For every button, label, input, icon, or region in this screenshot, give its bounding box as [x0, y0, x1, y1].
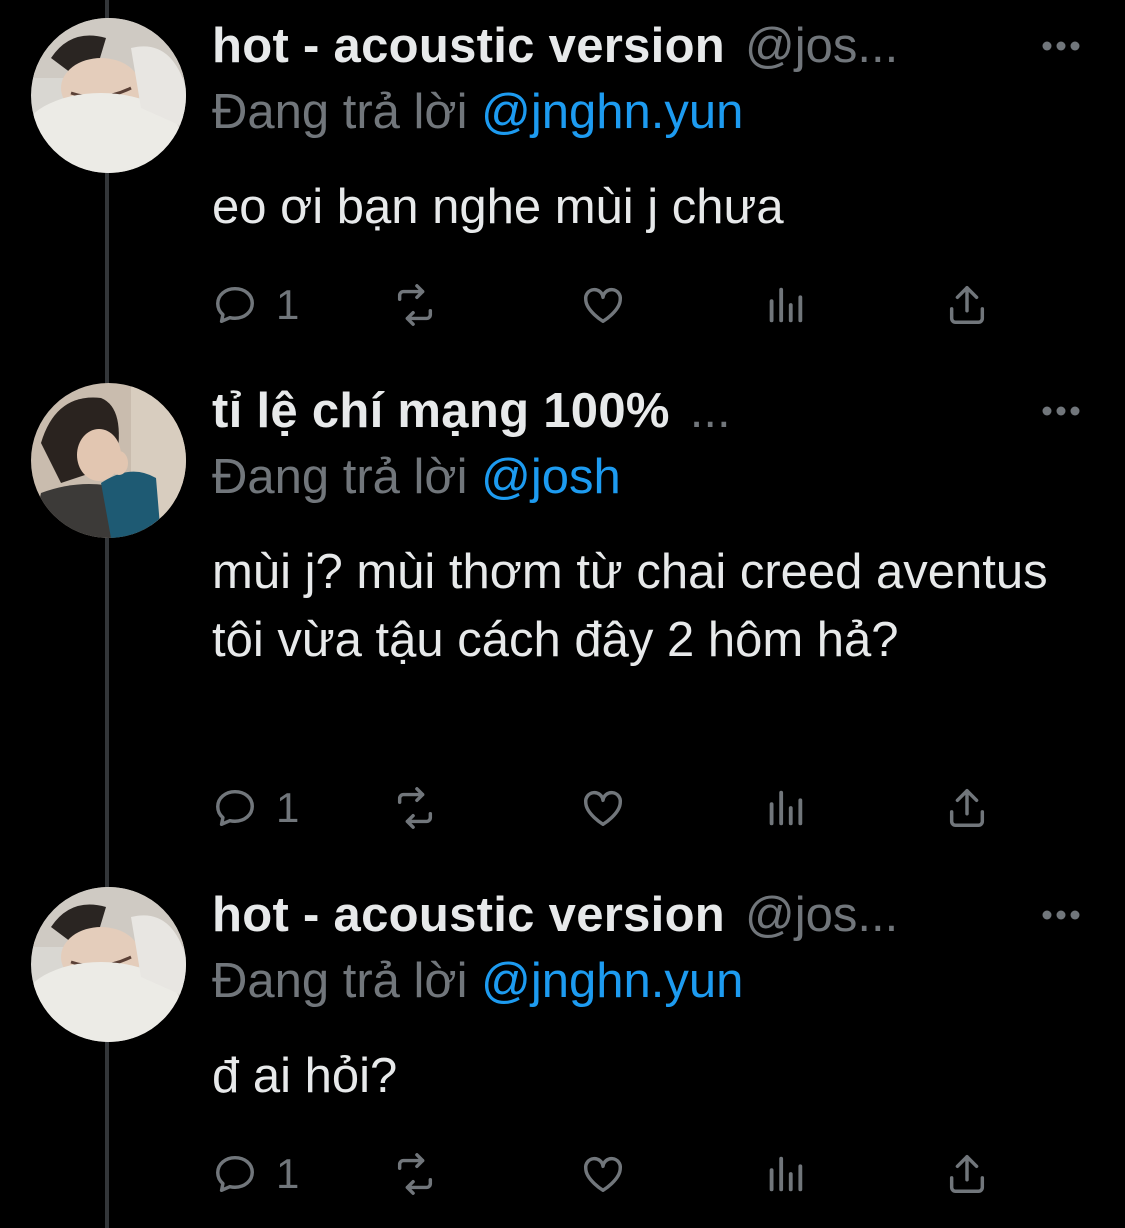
views-button[interactable] [762, 280, 808, 330]
reply-button[interactable]: 1 [212, 280, 299, 330]
retweet-button[interactable] [392, 1149, 438, 1199]
display-name[interactable]: hot - acoustic version [212, 887, 725, 943]
replying-mention[interactable]: @josh [481, 450, 621, 504]
reply-count: 1 [276, 281, 300, 328]
more-icon[interactable] [1041, 909, 1081, 921]
avatar[interactable] [31, 383, 186, 538]
share-icon [949, 286, 985, 324]
views-button[interactable] [762, 783, 808, 833]
user-handle[interactable]: @jos... [745, 887, 898, 943]
replying-prefix: Đang trả lời [212, 954, 468, 1008]
views-icon [769, 1156, 803, 1192]
retweet-button[interactable] [392, 280, 438, 330]
reply-button[interactable]: 1 [212, 783, 299, 833]
replying-to: Đang trả lời @jnghn.yun [212, 84, 743, 140]
share-button[interactable] [944, 783, 990, 833]
retweet-icon [397, 787, 433, 829]
user-handle[interactable]: @jos... [745, 18, 898, 74]
share-button[interactable] [944, 280, 990, 330]
replying-mention[interactable]: @jnghn.yun [481, 85, 743, 139]
replying-mention[interactable]: @jnghn.yun [481, 954, 743, 1008]
like-button[interactable] [580, 783, 626, 833]
like-button[interactable] [580, 280, 626, 330]
share-icon [949, 789, 985, 827]
retweet-icon [397, 284, 433, 326]
action-bar: 1 [212, 1149, 1002, 1199]
tweet-text: eo ơi bạn nghe mùi j chưa [212, 180, 784, 234]
share-button[interactable] [944, 1149, 990, 1199]
replying-to: Đang trả lời @josh [212, 449, 621, 505]
avatar[interactable] [31, 887, 186, 1042]
more-icon[interactable] [1041, 40, 1081, 52]
reply-icon [216, 286, 254, 324]
tweet-text: đ ai hỏi? [212, 1049, 398, 1103]
views-icon [769, 790, 803, 826]
reply-icon [216, 1155, 254, 1193]
action-bar: 1 [212, 783, 1002, 833]
user-handle[interactable]: ... [690, 383, 731, 439]
share-icon [949, 1155, 985, 1193]
tweet[interactable]: hot - acoustic version @jos... Đang trả … [0, 18, 1125, 358]
tweet-text: mùi j? mùi thơm từ chai creed aventus tô… [212, 545, 1048, 667]
action-bar: 1 [212, 280, 1002, 330]
replying-prefix: Đang trả lời [212, 85, 468, 139]
views-icon [769, 287, 803, 323]
reply-button[interactable]: 1 [212, 1149, 299, 1199]
like-icon [584, 790, 622, 827]
reply-icon [216, 789, 254, 827]
like-button[interactable] [580, 1149, 626, 1199]
reply-count: 1 [276, 784, 300, 831]
views-button[interactable] [762, 1149, 808, 1199]
display-name[interactable]: hot - acoustic version [212, 18, 725, 74]
like-icon [584, 1156, 622, 1193]
like-icon [584, 287, 622, 324]
reply-count: 1 [276, 1150, 300, 1197]
replying-prefix: Đang trả lời [212, 450, 468, 504]
tweet[interactable]: tỉ lệ chí mạng 100% ... Đang trả lời @jo… [0, 383, 1125, 853]
replying-to: Đang trả lời @jnghn.yun [212, 953, 743, 1009]
avatar[interactable] [31, 18, 186, 173]
retweet-icon [397, 1153, 433, 1195]
display-name[interactable]: tỉ lệ chí mạng 100% [212, 383, 670, 439]
retweet-button[interactable] [392, 783, 438, 833]
tweet[interactable]: hot - acoustic version @jos... Đang trả … [0, 887, 1125, 1217]
more-icon[interactable] [1041, 405, 1081, 417]
